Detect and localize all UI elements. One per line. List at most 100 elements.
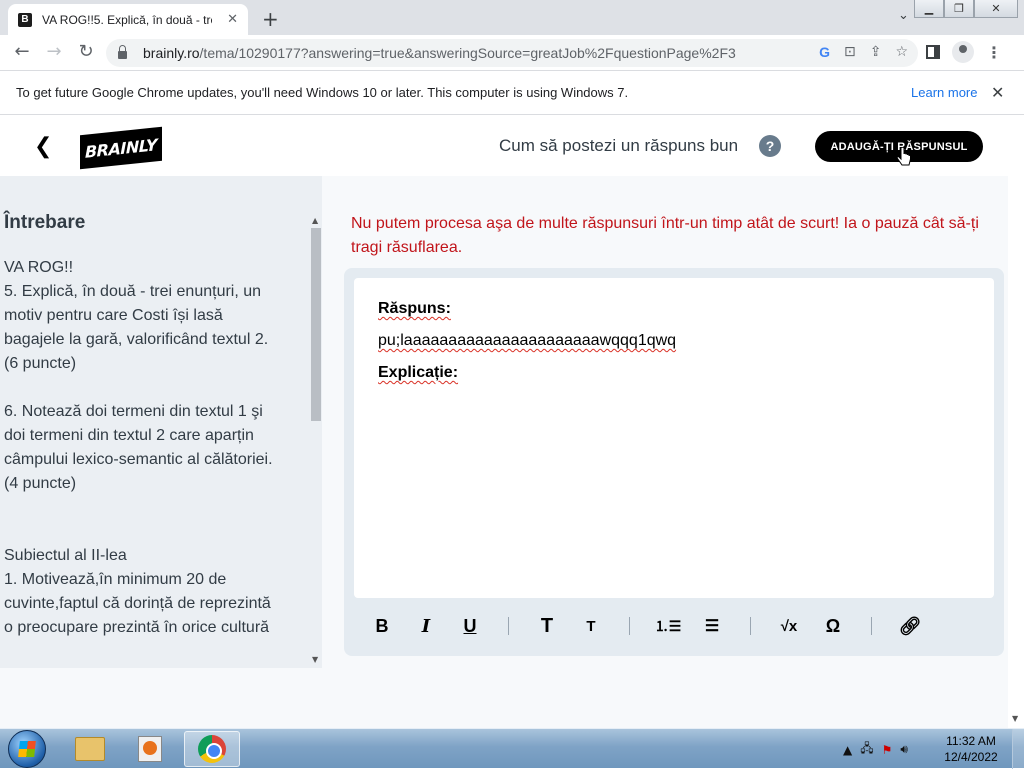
start-button[interactable] xyxy=(8,730,46,768)
tab-title: VA ROG!!5. Explică, în două - trei xyxy=(42,12,212,27)
small-heading-button[interactable]: T xyxy=(569,618,613,635)
brainly-favicon-icon: B xyxy=(18,12,32,27)
answer-editor[interactable]: Răspuns: pu;laaaaaaaaaaaaaaaaaaaaaawqqq1… xyxy=(354,278,994,598)
question-line: 1. Motivează,în minimum 20 de xyxy=(4,571,227,588)
learn-more-link[interactable]: Learn more xyxy=(911,85,977,100)
minimize-button[interactable]: ▁ xyxy=(914,0,944,18)
question-line: 5. Explică, în două - trei enunțuri, un xyxy=(4,283,262,300)
page-scroll-down-icon[interactable]: ▼ xyxy=(1012,714,1018,723)
new-tab-button[interactable]: + xyxy=(262,7,279,31)
back-chevron-icon[interactable]: ❮ xyxy=(34,134,52,159)
ordered-list-icon[interactable]: ⒈☰ xyxy=(646,616,690,636)
equation-button[interactable]: √x xyxy=(767,618,811,635)
lock-icon[interactable] xyxy=(118,45,127,59)
brainly-logo[interactable]: BRAINLY xyxy=(80,126,162,170)
web-page: ❮ BRAINLY Cum să postezi un răspuns bun … xyxy=(0,116,1024,728)
italic-button[interactable]: I xyxy=(404,616,448,637)
toolbar-divider xyxy=(629,617,630,635)
taskbar-clock[interactable]: 11:32 AM 12/4/2022 xyxy=(935,733,1007,765)
close-window-button[interactable]: ✕ xyxy=(974,0,1018,18)
translate-icon[interactable]: ⊡ xyxy=(844,44,856,60)
bookmark-star-icon[interactable]: ☆ xyxy=(895,44,908,60)
network-icon[interactable]: 🖧︎ xyxy=(860,739,873,760)
show-desktop-button[interactable] xyxy=(1012,729,1024,769)
tray-expand-icon[interactable]: ▲ xyxy=(843,743,852,757)
question-scrollbar-thumb[interactable] xyxy=(311,228,321,421)
side-panel-icon[interactable] xyxy=(926,45,940,59)
taskbar-explorer[interactable] xyxy=(62,731,118,767)
scroll-down-arrow-icon[interactable]: ▼ xyxy=(312,655,318,664)
share-icon[interactable]: ⇪ xyxy=(870,44,882,60)
question-line: câmpului lexico-semantic al călătoriei. xyxy=(4,451,273,468)
window-controls: ▁ ❐ ✕ xyxy=(914,0,1018,18)
browser-tab[interactable]: B VA ROG!!5. Explică, în două - trei ✕ xyxy=(8,4,248,35)
tab-search-chevron-icon[interactable]: ⌄ xyxy=(898,8,909,23)
question-panel: Întrebare VA ROG!! 5. Explică, în două -… xyxy=(0,176,322,668)
browser-toolbar: ← → ↻ brainly.ro/tema/10290177?answering… xyxy=(0,35,1024,71)
tab-strip: B VA ROG!!5. Explică, în două - trei ✕ +… xyxy=(0,0,1024,35)
chrome-icon xyxy=(198,735,226,763)
question-line xyxy=(4,520,304,544)
how-to-answer-link[interactable]: Cum să postezi un răspuns bun xyxy=(499,136,738,156)
explanation-label: Explicație: xyxy=(378,364,459,381)
tab-close-icon[interactable]: ✕ xyxy=(227,12,238,27)
folder-icon xyxy=(75,737,105,761)
underline-button[interactable]: U xyxy=(448,616,492,637)
chrome-menu-icon[interactable]: ⋮ xyxy=(986,43,1002,62)
question-line: motiv pentru care Costi își lasă xyxy=(4,307,223,324)
forward-arrow-icon[interactable]: → xyxy=(42,41,66,62)
help-icon[interactable]: ? xyxy=(759,135,781,157)
windows-taskbar: ▲ 🖧︎ ⚑ 🔊︎ 11:32 AM 12/4/2022 xyxy=(0,728,1024,769)
question-line: (6 puncte) xyxy=(4,355,77,372)
bullet-list-icon[interactable]: ☰ xyxy=(690,616,734,636)
bold-button[interactable]: B xyxy=(360,616,404,637)
answer-editor-container: Răspuns: pu;laaaaaaaaaaaaaaaaaaaaaawqqq1… xyxy=(344,268,1004,656)
question-line: o preocupare prezintă în orice cultură xyxy=(4,619,270,636)
question-content: Întrebare VA ROG!! 5. Explică, în două -… xyxy=(4,211,304,640)
infobar-close-icon[interactable]: ✕ xyxy=(991,83,1004,102)
profile-avatar-icon[interactable] xyxy=(952,41,974,63)
action-center-flag-icon[interactable]: ⚑ xyxy=(882,743,893,757)
formatting-toolbar: B I U T T ⒈☰ ☰ √x Ω 🔗︎ xyxy=(360,608,980,644)
question-line: (4 puncte) xyxy=(4,475,77,492)
large-heading-button[interactable]: T xyxy=(525,615,569,638)
question-line: 6. Notează doi termeni din textul 1 şi xyxy=(4,403,263,420)
address-bar[interactable]: brainly.ro/tema/10290177?answering=true&… xyxy=(106,39,918,67)
update-infobar: To get future Google Chrome updates, you… xyxy=(0,71,1024,115)
taskbar-chrome[interactable] xyxy=(184,731,240,767)
question-line: bagajele la gară, valorificând textul 2. xyxy=(4,331,269,348)
toolbar-divider xyxy=(871,617,872,635)
infobar-message: To get future Google Chrome updates, you… xyxy=(16,85,629,100)
question-line: Subiectul al II-lea xyxy=(4,547,127,564)
restore-button[interactable]: ❐ xyxy=(944,0,974,18)
url-domain: brainly.ro xyxy=(143,45,200,61)
answer-body-text: pu;laaaaaaaaaaaaaaaaaaaaaawqqq1qwq xyxy=(378,332,677,349)
rate-limit-error-message: Nu putem procesa aşa de multe răspunsuri… xyxy=(351,215,979,256)
toolbar-divider xyxy=(750,617,751,635)
question-line: doi termeni din textul 2 care aparțin xyxy=(4,427,254,444)
toolbar-right: ⋮ xyxy=(926,41,1002,63)
system-tray: ▲ 🖧︎ ⚑ 🔊︎ xyxy=(843,739,908,760)
special-symbol-button[interactable]: Ω xyxy=(811,616,855,637)
back-arrow-icon[interactable]: ← xyxy=(10,41,34,62)
scroll-up-arrow-icon[interactable]: ▲ xyxy=(312,216,318,225)
media-player-icon xyxy=(138,736,162,762)
question-title: Întrebare xyxy=(4,212,86,233)
reload-icon[interactable]: ↻ xyxy=(74,41,98,62)
hand-cursor-icon xyxy=(896,147,911,166)
url-path: /tema/10290177?answering=true&answeringS… xyxy=(199,45,736,61)
taskbar-media-player[interactable] xyxy=(122,731,178,767)
attachment-paperclip-icon[interactable]: 🔗︎ xyxy=(888,616,932,637)
omnibox-actions: G ⊡ ⇪ ☆ xyxy=(819,44,908,60)
page-scrollbar[interactable]: ▼ xyxy=(1008,116,1024,728)
question-line xyxy=(4,376,304,400)
clock-date: 12/4/2022 xyxy=(944,750,998,764)
question-line: VA ROG!! xyxy=(4,259,74,276)
url-text: brainly.ro/tema/10290177?answering=true&… xyxy=(143,45,736,61)
question-line: cuvinte,faptul că dorință de reprezintă xyxy=(4,595,271,612)
answer-label: Răspuns: xyxy=(378,300,451,317)
toolbar-divider xyxy=(508,617,509,635)
google-lens-icon[interactable]: G xyxy=(819,44,830,60)
brainly-header: ❮ BRAINLY Cum să postezi un răspuns bun … xyxy=(0,116,1008,176)
volume-icon[interactable]: 🔊︎ xyxy=(900,742,908,757)
